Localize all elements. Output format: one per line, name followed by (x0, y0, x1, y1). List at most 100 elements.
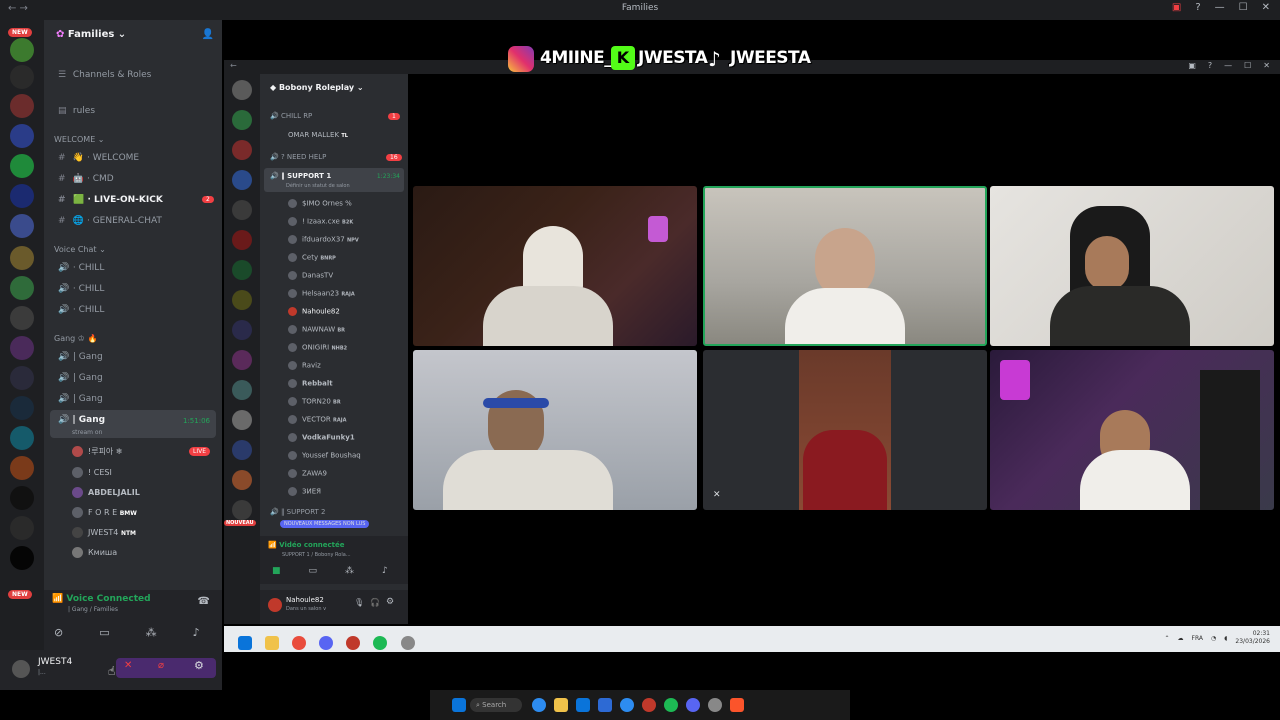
voice-member[interactable]: !루피아 ❄ (72, 446, 123, 457)
server-icon[interactable] (232, 290, 252, 310)
server-icon[interactable] (10, 336, 34, 360)
screen-share-icon[interactable]: ▭ (99, 626, 109, 639)
voice-member[interactable]: ! Izaax.cxe B2K (288, 217, 353, 226)
video-tile[interactable] (413, 350, 697, 510)
server-icon[interactable] (10, 426, 34, 450)
server-name-header[interactable]: ✿ Families ⌄ (56, 29, 126, 40)
server-icon[interactable] (10, 65, 34, 89)
server-icon[interactable] (10, 396, 34, 420)
server-icon[interactable] (10, 184, 34, 208)
server-icon[interactable] (232, 110, 252, 130)
voice-member[interactable]: Cety BNRP (288, 253, 336, 262)
settings-icon[interactable]: ⚙ (194, 659, 204, 672)
help-icon[interactable]: ? (1195, 2, 1200, 13)
server-icon[interactable] (232, 140, 252, 160)
language-indicator[interactable]: FRA (1192, 635, 1203, 642)
active-voice-channel[interactable]: 🔊 ‖ SUPPORT 1 Définir un statut de salon… (264, 168, 404, 192)
video-tile[interactable] (413, 186, 697, 346)
voice-member[interactable]: $IMO Ornes % (288, 199, 352, 208)
voice-channel-path[interactable]: SUPPORT 1 / Bobony Rola... (282, 552, 351, 558)
voice-member[interactable]: VECTOR RAJA (288, 415, 346, 424)
start-icon[interactable] (452, 698, 466, 712)
start-icon[interactable] (238, 635, 252, 650)
category-gang[interactable]: Gang ♔ 🔥 (54, 334, 97, 343)
inner-server-name[interactable]: ◆ Bobony Roleplay ⌄ (270, 83, 364, 92)
avatar[interactable] (268, 598, 282, 612)
video-connected-status[interactable]: 📶 Vidéo connectée (268, 541, 345, 549)
network-icon[interactable]: ☁ (1178, 635, 1184, 642)
camera-off-icon[interactable]: ⊘ (54, 626, 63, 639)
voice-member[interactable]: Youssef Boushaq (288, 451, 361, 460)
edge-icon[interactable] (620, 698, 634, 712)
wifi-icon[interactable]: ◔ (1211, 635, 1216, 642)
voice-channel-need-help[interactable]: 🔊 ? NEED HELP (270, 153, 326, 161)
server-icon[interactable] (10, 456, 34, 480)
server-icon[interactable] (232, 380, 252, 400)
voice-channel-gang[interactable]: 🔊 | Gang (58, 352, 103, 362)
server-icon[interactable] (232, 230, 252, 250)
voice-member[interactable]: ZAWA9 (288, 469, 327, 478)
voice-channel-chill[interactable]: 🔊 · CHILL (58, 284, 104, 294)
camera-icon[interactable]: ■ (272, 566, 281, 576)
text-channel-welcome[interactable]: # 👋 · WELCOME (58, 153, 139, 163)
channels-roles-link[interactable]: ☰ Channels & Roles (58, 70, 151, 80)
close-button[interactable]: ✕ (1262, 2, 1270, 13)
voice-channel-chill[interactable]: 🔊 · CHILL (58, 305, 104, 315)
username[interactable]: JWEST4 (38, 657, 72, 667)
chrome-icon[interactable] (292, 635, 307, 650)
video-tile[interactable] (990, 350, 1274, 510)
voice-member[interactable]: TORN20 BR (288, 397, 341, 406)
server-icon[interactable] (10, 124, 34, 148)
voice-channel-chill-rp[interactable]: 🔊 CHILL RP (270, 112, 312, 120)
edge-icon[interactable] (532, 698, 546, 712)
text-channel-general-chat[interactable]: # 🌐 · GENERAL-CHAT (58, 216, 162, 226)
voice-member[interactable]: JWEST4 NTM (72, 527, 136, 538)
server-icon[interactable] (232, 470, 252, 490)
server-icon[interactable] (232, 200, 252, 220)
server-icon[interactable] (10, 38, 34, 62)
store-icon[interactable] (576, 698, 590, 712)
video-tile[interactable] (990, 186, 1274, 346)
settings-icon[interactable] (400, 635, 415, 650)
server-icon[interactable] (232, 260, 252, 280)
app-icon[interactable] (346, 635, 361, 650)
server-icon[interactable] (232, 320, 252, 340)
voice-member[interactable]: ЗИЕЯ (288, 487, 321, 496)
username[interactable]: Nahoule82 (286, 596, 324, 604)
server-icon[interactable] (232, 440, 252, 460)
server-icon[interactable] (232, 80, 252, 100)
server-icon[interactable] (10, 246, 34, 270)
server-icon[interactable] (10, 516, 34, 540)
server-icon[interactable] (10, 546, 34, 570)
disconnect-icon[interactable]: ☎ (198, 596, 210, 607)
app-icon[interactable] (642, 698, 656, 712)
voice-channel-path[interactable]: | Gang / Families (68, 606, 118, 613)
video-tile[interactable]: ✕ (703, 350, 987, 510)
server-icon[interactable] (10, 306, 34, 330)
help-icon[interactable]: ? (1208, 61, 1212, 70)
server-icon[interactable] (232, 410, 252, 430)
voice-member[interactable]: OMAR MALLEK TL (288, 131, 348, 139)
voice-member[interactable]: Кмиша (72, 547, 117, 558)
server-icon[interactable] (10, 486, 34, 510)
activity-icon[interactable]: ⁂ (146, 626, 157, 639)
inbox-icon[interactable]: ▣ (1188, 61, 1196, 70)
server-icon[interactable] (232, 500, 252, 520)
voice-member[interactable]: ! CESI (72, 467, 112, 478)
server-icon[interactable] (10, 276, 34, 300)
voice-channel-gang[interactable]: 🔊 | Gang (58, 373, 103, 383)
headphones-icon[interactable]: 🎧 (370, 598, 380, 607)
new-messages-banner[interactable]: NOUVEAUX MESSAGES NON LUS (280, 520, 370, 528)
file-explorer-icon[interactable] (265, 635, 280, 650)
settings-icon[interactable]: ⚙ (386, 597, 394, 607)
voice-member[interactable]: Rebbalt (288, 379, 333, 388)
brave-icon[interactable] (730, 698, 744, 712)
screen-share-icon[interactable]: ▭ (309, 566, 318, 576)
voice-member[interactable]: F O R E BMW (72, 507, 137, 518)
clock[interactable]: 02:31 23/03/2026 (1235, 630, 1270, 646)
minimize-button[interactable]: — (1224, 61, 1232, 70)
text-channel-cmd[interactable]: # 🤖 · CMD (58, 174, 114, 184)
volume-icon[interactable]: ◖ (1224, 635, 1227, 642)
search-box[interactable]: ⌕ Search (470, 698, 522, 712)
maximize-button[interactable]: ☐ (1239, 2, 1248, 13)
